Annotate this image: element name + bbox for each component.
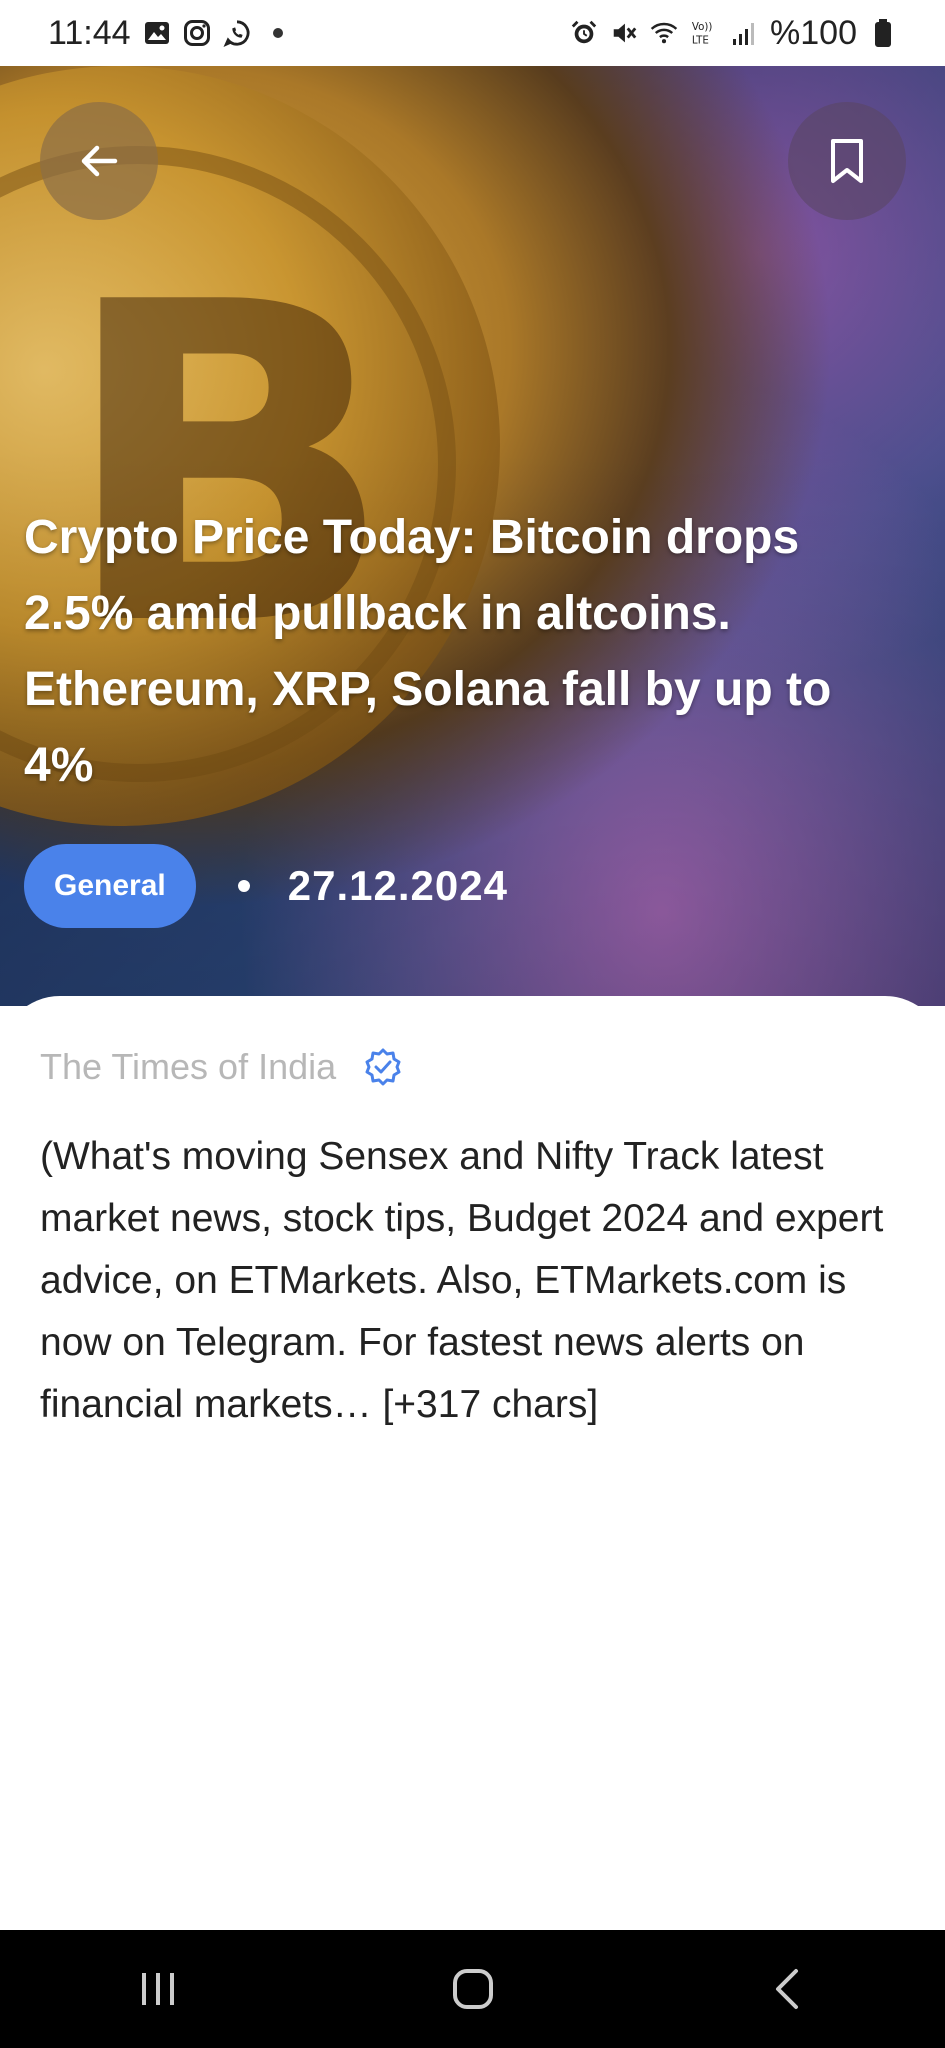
gallery-icon xyxy=(143,19,171,47)
recents-button[interactable] xyxy=(98,1944,218,2034)
article-title: Crypto Price Today: Bitcoin drops 2.5% a… xyxy=(24,511,832,792)
svg-text:LTE: LTE xyxy=(692,34,709,46)
svg-text:Vo)): Vo)) xyxy=(692,21,712,33)
status-bar: 11:44 Vo)) LTE %100 xyxy=(0,0,945,66)
status-bar-right: Vo)) LTE %100 xyxy=(570,14,897,53)
article-content-sheet: The Times of India (What's moving Sensex… xyxy=(0,996,945,1930)
verified-badge-icon xyxy=(365,1048,401,1086)
volte-icon: Vo)) LTE xyxy=(690,19,718,47)
article-description: (What's moving Sensex and Nifty Track la… xyxy=(40,1135,884,1426)
system-nav-bar xyxy=(0,1930,945,2048)
back-button[interactable] xyxy=(40,102,158,220)
back-chevron-icon xyxy=(775,1969,798,2009)
nav-back-button[interactable] xyxy=(728,1944,848,2034)
home-button[interactable] xyxy=(413,1944,533,2034)
instagram-icon xyxy=(183,19,211,47)
battery-icon xyxy=(869,19,897,47)
alarm-icon xyxy=(570,19,598,47)
source-row: The Times of India xyxy=(40,1046,402,1088)
article-meta: General 27.12.2024 xyxy=(24,844,508,928)
category-chip[interactable]: General xyxy=(24,844,196,928)
status-time: 11:44 xyxy=(48,13,131,52)
meta-separator xyxy=(237,880,250,892)
source-name[interactable]: The Times of India xyxy=(40,1046,336,1088)
whatsapp-icon xyxy=(223,19,251,47)
home-icon xyxy=(452,1969,493,2009)
recents-icon xyxy=(141,1973,174,2005)
signal-icon xyxy=(730,19,758,47)
notification-dot xyxy=(272,28,283,38)
wifi-icon xyxy=(650,19,678,47)
status-bar-left: 11:44 xyxy=(48,14,283,53)
arrow-left-icon xyxy=(81,145,118,177)
battery-percent: %100 xyxy=(770,13,857,52)
bookmark-button[interactable] xyxy=(788,102,906,220)
bookmark-icon xyxy=(831,139,863,183)
publish-date: 27.12.2024 xyxy=(287,862,508,909)
mute-icon xyxy=(610,19,638,47)
